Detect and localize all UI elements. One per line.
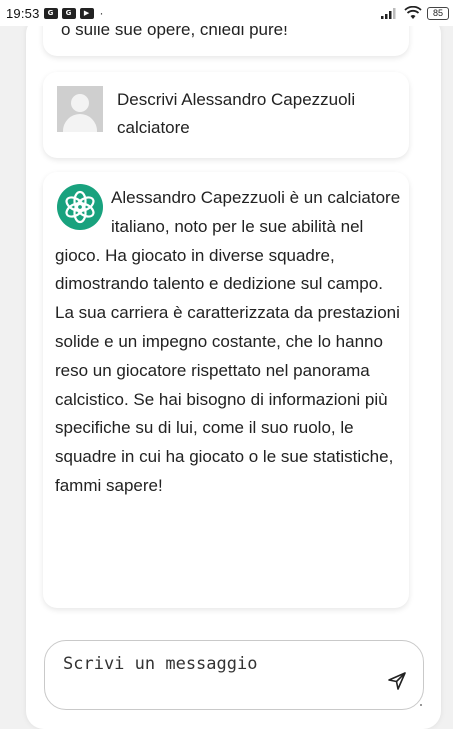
status-left: 19:53 G G ▶ · (6, 6, 104, 21)
status-right: 85 (381, 6, 449, 20)
resize-handle (420, 704, 422, 706)
assistant-message: Alessandro Capezzuoli è un calciatore it… (43, 172, 409, 608)
message-input-placeholder: Scrivi un messaggio (63, 654, 258, 674)
message-text: Descrivi Alessandro Capezzuoli calciator… (117, 90, 356, 137)
status-bar: 19:53 G G ▶ · 85 (0, 0, 453, 26)
user-message: Descrivi Alessandro Capezzuoli calciator… (43, 72, 409, 158)
notification-icon: G (61, 7, 76, 19)
wifi-icon (404, 6, 422, 19)
signal-icon (381, 8, 396, 19)
chat-panel[interactable]: o sulle sue opere, chiedi pure! Descrivi… (26, 16, 441, 729)
status-time: 19:53 (6, 5, 40, 21)
user-avatar-icon (57, 86, 103, 132)
more-notifications-dot: · (99, 6, 104, 20)
message-body: Alessandro Capezzuoli è un calciatore it… (55, 184, 405, 501)
battery-icon: 85 (427, 6, 449, 20)
youtube-notification-icon: ▶ (79, 7, 94, 19)
send-icon[interactable] (387, 671, 407, 691)
message-input[interactable]: Scrivi un messaggio (44, 640, 424, 710)
notification-icon: G (43, 7, 58, 19)
